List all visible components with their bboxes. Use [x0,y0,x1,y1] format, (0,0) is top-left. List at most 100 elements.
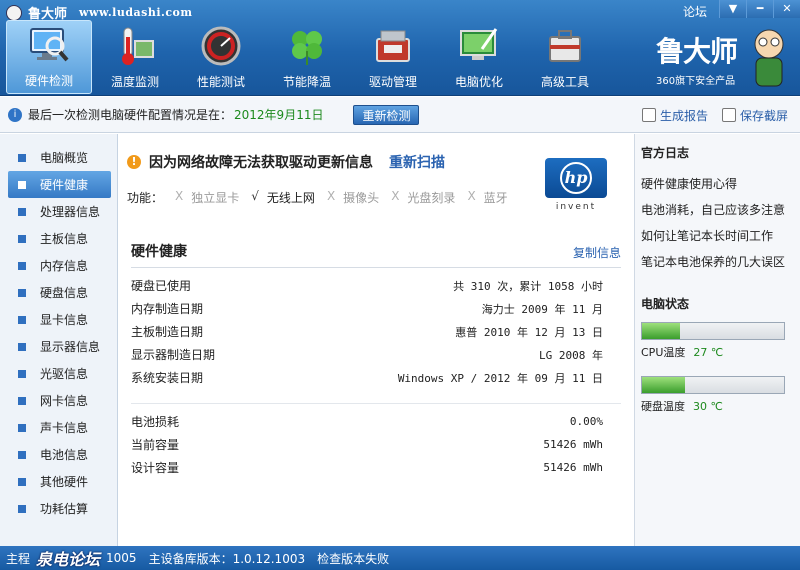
gauge-icon [200,25,242,67]
row-key: 内存制造日期 [131,302,204,316]
sidebar-item-label: 显卡信息 [40,313,89,327]
info-icon: i [8,107,22,122]
log-link[interactable]: 电池消耗，自己应该多注意 [641,197,794,223]
sidebar-item-graphics[interactable]: 显卡信息 [0,306,117,333]
app-icon [6,4,22,21]
rescan-link[interactable]: 重新扫描 [389,152,445,172]
row-value: 海力士 2009 年 11 月 [481,302,603,316]
sidebar-item-label: 硬盘信息 [40,286,89,300]
printer-icon [642,108,656,122]
status-left: 主程 [6,551,31,566]
log-link[interactable]: 如何让笔记本长时间工作 [641,223,794,249]
mascot-icon [754,29,784,87]
table-row: 显示器制造日期 LG 2008 年 [131,343,621,366]
tab-label: 电脑优化 [454,75,503,89]
copy-info-link[interactable]: 复制信息 [573,244,621,261]
table-row: 内存制造日期 海力士 2009 年 11 月 [131,297,621,320]
sidebar-item-memory[interactable]: 内存信息 [0,252,117,279]
health-rows: 硬盘已使用 共 310 次，累计 1058 小时 内存制造日期 海力士 2009 年… [131,274,621,389]
section-header: 硬件健康 复制信息 [131,241,621,268]
feature-label: 光盘刻录 [407,191,456,205]
hp-logo-word: invent [555,202,597,212]
feature-item: X 独立显卡 [175,189,239,206]
sidebar: 电脑概览 硬件健康 处理器信息 主板信息 内存信息 硬盘信息 显卡信息 显示器信… [0,134,118,546]
tab-hardware-detect[interactable]: 硬件检测 [6,20,92,94]
bullet-icon [18,234,26,243]
sidebar-item-network[interactable]: 网卡信息 [0,387,117,414]
driver-warning: ! 因为网络故障无法获取驱动更新信息 重新扫描 [127,152,445,172]
bullet-icon [18,153,26,162]
section-title: 硬件健康 [131,244,187,260]
row-value: 惠普 2010 年 12 月 13 日 [455,325,603,339]
tab-optimize[interactable]: 电脑优化 [436,20,522,94]
sidebar-item-disk[interactable]: 硬盘信息 [0,279,117,306]
table-row: 设计容量 51426 mWh [131,456,621,479]
official-log-title: 官方日志 [641,146,690,160]
bullet-icon [18,450,26,459]
tab-label: 硬件检测 [24,74,73,88]
hp-logo-icon: hp [545,158,607,198]
sidebar-item-label: 显示器信息 [40,340,101,354]
sidebar-item-power[interactable]: 功耗估算 [0,495,117,522]
row-key: 显示器制造日期 [131,348,216,362]
status-version-tail: 1005 [106,551,137,565]
check-version-status[interactable]: 检查版本失败 [317,550,389,567]
sidebar-item-label: 内存信息 [40,259,89,273]
sidebar-item-motherboard[interactable]: 主板信息 [0,225,117,252]
cpu-temp-label: CPU温度 [641,346,686,359]
generate-report-button[interactable]: 生成报告 [642,97,708,133]
sidebar-item-overview[interactable]: 电脑概览 [0,144,117,171]
feature-label: 摄像头 [343,191,380,205]
tab-temperature[interactable]: 温度监测 [92,20,178,94]
forum-link[interactable]: 论坛 [683,0,719,20]
recheck-button[interactable]: 重新检测 [353,104,420,125]
sidebar-item-label: 声卡信息 [40,421,89,435]
monitor-magnifier-icon [28,24,70,66]
sidebar-item-label: 电脑概览 [40,151,89,165]
log-link[interactable]: 笔记本电池保养的几大误区 [641,249,794,275]
tab-performance[interactable]: 性能测试 [178,20,264,94]
bullet-icon [18,423,26,432]
bullet-icon [18,342,26,351]
brand-block: 鲁大师 360旗下安全产品 [656,29,786,92]
tab-driver-manage[interactable]: 驱动管理 [350,20,436,94]
save-screenshot-label: 保存截屏 [740,108,789,123]
cpu-temp-readout: CPU温度 27 ℃ [641,344,794,360]
disk-temp-meter [641,376,785,394]
main-panel: ! 因为网络故障无法获取驱动更新信息 重新扫描 功能： X 独立显卡 √ 无线上网 … [119,134,633,546]
tab-energy-saving[interactable]: 节能降温 [264,20,350,94]
sidebar-item-cpu[interactable]: 处理器信息 [0,198,117,225]
row-key: 主板制造日期 [131,325,204,339]
close-button[interactable]: ✕ [773,0,800,18]
sidebar-item-other[interactable]: 其他硬件 [0,468,117,495]
sidebar-item-sound[interactable]: 声卡信息 [0,414,117,441]
battery-rows: 电池损耗 0.00% 当前容量 51426 mWh 设计容量 51426 mWh [131,403,621,479]
log-link[interactable]: 硬件健康使用心得 [641,171,794,197]
menu-button[interactable]: ▼ [719,0,746,18]
clover-icon [286,25,328,67]
tab-label: 性能测试 [196,75,245,89]
sidebar-item-battery[interactable]: 电池信息 [0,441,117,468]
sidebar-item-hardware-health[interactable]: 硬件健康 [8,171,111,198]
table-row: 系统安装日期 Windows XP / 2012 年 09 月 11 日 [131,366,621,389]
sidebar-item-optical[interactable]: 光驱信息 [0,360,117,387]
status-bar: 主程 泉电论坛 1005 主设备库版本：1.0.12.1003 检查版本失败 [0,546,800,570]
sidebar-item-monitor[interactable]: 显示器信息 [0,333,117,360]
sidebar-item-label: 硬件健康 [40,178,89,192]
feature-mark: X [467,189,476,203]
meter-fill [642,323,681,339]
hardware-health-section: 硬件健康 复制信息 硬盘已使用 共 310 次，累计 1058 小时 内存制造日期… [131,241,621,479]
last-check-label: 最后一次检测电脑硬件配置情况是在： [28,108,233,122]
screen-wand-icon [458,25,500,67]
minimize-button[interactable]: ━ [746,0,773,18]
table-row: 当前容量 51426 mWh [131,433,621,456]
top-bar: 鲁大师 www.ludashi.com 论坛 ▼ ━ ✕ 硬件检测 温度监测 性… [0,0,800,96]
disk-temp-readout: 硬盘温度 30 ℃ [641,398,794,414]
save-screenshot-button[interactable]: 保存截屏 [722,97,788,133]
feature-mark: √ [251,189,259,203]
thermometer-icon [114,25,156,67]
sidebar-item-label: 主板信息 [40,232,89,246]
toolbox-icon [372,25,414,67]
feature-label: 独立显卡 [191,191,240,205]
tab-advanced-tools[interactable]: 高级工具 [522,20,608,94]
